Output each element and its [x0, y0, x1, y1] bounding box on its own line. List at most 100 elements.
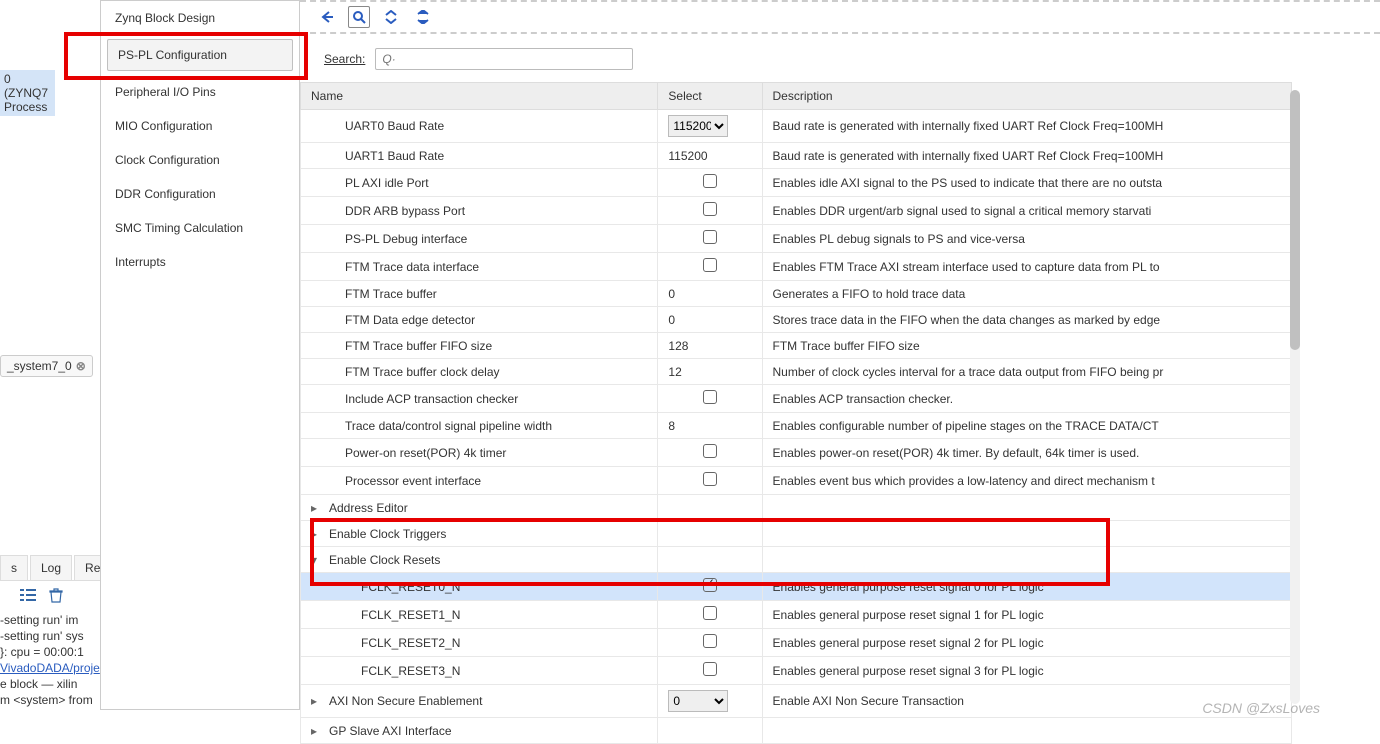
select-cell	[658, 718, 762, 744]
table-header: Name	[301, 83, 658, 110]
select-cell[interactable]	[658, 467, 762, 495]
description-cell: Enables configurable number of pipeline …	[762, 413, 1291, 439]
sidebar-item[interactable]: Clock Configuration	[101, 143, 299, 177]
select-cell[interactable]: 0	[658, 281, 762, 307]
console-line: m <system> from	[0, 692, 100, 708]
checkbox[interactable]	[703, 634, 717, 648]
table-row[interactable]: Include ACP transaction checker Enables …	[301, 385, 1292, 413]
console-line: VivadoDADA/proje	[0, 660, 100, 676]
select-cell[interactable]	[658, 439, 762, 467]
chevron-right-icon[interactable]: ▸	[311, 694, 323, 708]
system-tag[interactable]: _system7_0 ⊗	[0, 355, 93, 377]
bottom-tab[interactable]: Log	[30, 555, 72, 580]
select-cell[interactable]	[658, 197, 762, 225]
row-name: GP Slave AXI Interface	[329, 724, 452, 738]
sidebar-item[interactable]: Zynq Block Design	[101, 1, 299, 35]
description-cell	[762, 495, 1291, 521]
table-row[interactable]: FCLK_RESET1_NEnables general purpose res…	[301, 601, 1292, 629]
table-row[interactable]: Processor event interfaceEnables event b…	[301, 467, 1292, 495]
back-icon[interactable]	[316, 6, 338, 28]
sidebar-item[interactable]: Interrupts	[101, 245, 299, 279]
select-dropdown[interactable]: 0	[668, 690, 728, 712]
table-header: Select	[658, 83, 762, 110]
chevron-right-icon[interactable]: ▸	[311, 501, 323, 515]
config-sidebar: Zynq Block DesignPS-PL ConfigurationPeri…	[100, 0, 300, 710]
sidebar-item[interactable]: SMC Timing Calculation	[101, 211, 299, 245]
close-icon[interactable]: ⊗	[76, 359, 86, 373]
table-row[interactable]: PS-PL Debug interfaceEnables PL debug si…	[301, 225, 1292, 253]
description-cell: Enables PL debug signals to PS and vice-…	[762, 225, 1291, 253]
table-row[interactable]: ▸Address Editor	[301, 495, 1292, 521]
select-cell[interactable]	[658, 629, 762, 657]
table-row[interactable]: ▸ GP Slave AXI Interface	[301, 718, 1292, 744]
select-cell[interactable]: 0	[658, 685, 762, 718]
checkbox[interactable]	[703, 202, 717, 216]
select-cell[interactable]: 8	[658, 413, 762, 439]
description-cell: Enables DDR urgent/arb signal used to si…	[762, 197, 1291, 225]
table-row[interactable]: FCLK_RESET2_NEnables general purpose res…	[301, 629, 1292, 657]
list-icon[interactable]	[20, 588, 36, 602]
bottom-tab[interactable]: s	[0, 555, 28, 580]
checkbox[interactable]	[703, 472, 717, 486]
table-row[interactable]: PL AXI idle PortEnables idle AXI signal …	[301, 169, 1292, 197]
console-line: -setting run' im	[0, 612, 100, 628]
select-cell[interactable]	[658, 601, 762, 629]
checkbox[interactable]	[703, 230, 717, 244]
config-table: NameSelectDescription UART0 Baud Rate115…	[300, 82, 1292, 744]
select-cell[interactable]: 128	[658, 333, 762, 359]
select-cell[interactable]	[658, 657, 762, 685]
scrollbar-thumb[interactable]	[1290, 90, 1300, 350]
console-line: -setting run' sys	[0, 628, 100, 644]
description-cell: Baud rate is generated with internally f…	[762, 110, 1291, 143]
checkbox[interactable]	[703, 390, 717, 404]
checkbox[interactable]	[703, 606, 717, 620]
table-row[interactable]: Power-on reset(POR) 4k timerEnables powe…	[301, 439, 1292, 467]
select-dropdown[interactable]: 115200	[668, 115, 728, 137]
select-cell	[658, 495, 762, 521]
table-row[interactable]: UART1 Baud Rate115200Baud rate is genera…	[301, 143, 1292, 169]
highlight-clock-resets	[310, 518, 1110, 586]
bottom-tab[interactable]: Repo	[74, 555, 100, 580]
table-row[interactable]: Trace data/control signal pipeline width…	[301, 413, 1292, 439]
table-row[interactable]: FTM Trace data interfaceEnables FTM Trac…	[301, 253, 1292, 281]
table-row[interactable]: ▸AXI Non Secure Enablement0Enable AXI No…	[301, 685, 1292, 718]
watermark: CSDN @ZxsLoves	[1202, 700, 1320, 716]
table-row[interactable]: FCLK_RESET3_NEnables general purpose res…	[301, 657, 1292, 685]
select-cell[interactable]: 115200	[658, 110, 762, 143]
table-row[interactable]: FTM Trace buffer clock delay12Number of …	[301, 359, 1292, 385]
sidebar-item[interactable]: MIO Configuration	[101, 109, 299, 143]
checkbox[interactable]	[703, 258, 717, 272]
table-row[interactable]: DDR ARB bypass PortEnables DDR urgent/ar…	[301, 197, 1292, 225]
row-name: FCLK_RESET2_N	[361, 636, 460, 650]
select-cell[interactable]	[658, 253, 762, 281]
console-toolbar	[20, 588, 64, 602]
checkbox[interactable]	[703, 444, 717, 458]
collapse-icon[interactable]	[380, 6, 402, 28]
select-cell[interactable]: 12	[658, 359, 762, 385]
vertical-scrollbar[interactable]	[1290, 90, 1300, 704]
checkbox[interactable]	[703, 174, 717, 188]
zynq-process-label[interactable]: 0 (ZYNQ7 Process	[0, 70, 55, 116]
checkbox[interactable]	[703, 662, 717, 676]
select-cell[interactable]	[658, 169, 762, 197]
description-cell	[762, 718, 1291, 744]
select-cell[interactable]: 115200	[658, 143, 762, 169]
search-icon[interactable]	[348, 6, 370, 28]
row-name: PL AXI idle Port	[345, 176, 429, 190]
table-row[interactable]: FTM Trace buffer0Generates a FIFO to hol…	[301, 281, 1292, 307]
description-cell: Generates a FIFO to hold trace data	[762, 281, 1291, 307]
table-row[interactable]: FTM Data edge detector0Stores trace data…	[301, 307, 1292, 333]
sidebar-item[interactable]: DDR Configuration	[101, 177, 299, 211]
select-cell[interactable]	[658, 385, 762, 413]
chevron-right-icon[interactable]: ▸	[311, 724, 323, 738]
sidebar-item[interactable]: Peripheral I/O Pins	[101, 75, 299, 109]
console-line: }: cpu = 00:00:1	[0, 644, 100, 660]
table-row[interactable]: UART0 Baud Rate115200Baud rate is genera…	[301, 110, 1292, 143]
left-panel: 0 (ZYNQ7 Process _system7_0 ⊗ sLogRepo -…	[0, 0, 100, 724]
select-cell[interactable]	[658, 225, 762, 253]
search-input[interactable]	[375, 48, 633, 70]
trash-icon[interactable]	[48, 588, 64, 602]
select-cell[interactable]: 0	[658, 307, 762, 333]
expand-icon[interactable]	[412, 6, 434, 28]
table-row[interactable]: FTM Trace buffer FIFO size128FTM Trace b…	[301, 333, 1292, 359]
